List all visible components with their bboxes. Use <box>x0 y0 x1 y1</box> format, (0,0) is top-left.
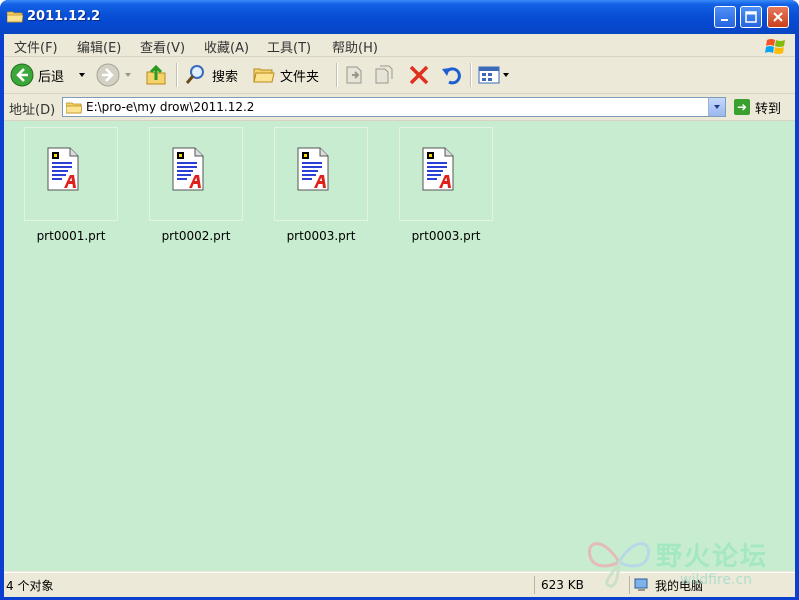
address-dropdown-button[interactable] <box>708 98 725 116</box>
menu-help[interactable]: 帮助(H) <box>332 37 378 56</box>
up-folder-icon <box>146 64 166 85</box>
file-item[interactable]: prt0003.prt <box>391 121 501 251</box>
go-arrow-icon: ➜ <box>734 99 750 115</box>
forward-dropdown[interactable] <box>124 61 132 89</box>
title-bar[interactable]: 2011.12.2 <box>0 0 799 34</box>
folder-icon <box>66 102 82 113</box>
go-button[interactable]: ➜ 转到 <box>734 97 781 117</box>
windows-logo-icon <box>765 39 785 54</box>
search-label: 搜索 <box>212 69 239 85</box>
close-button[interactable] <box>767 6 789 28</box>
prt-file-icon <box>172 147 204 191</box>
search-icon <box>185 65 204 84</box>
go-label: 转到 <box>755 101 782 117</box>
back-button[interactable]: 后退 <box>10 61 64 89</box>
toolbar: 后退 搜索 文件夹 <box>4 57 795 94</box>
delete-x-icon <box>409 65 429 85</box>
maximize-icon <box>745 11 757 23</box>
watermark-title: 野火论坛 <box>656 542 769 572</box>
file-name: prt0003.prt <box>411 229 481 243</box>
copy-to-button[interactable] <box>372 61 396 89</box>
file-list-view[interactable]: prt0001.prt prt0002.prt prt0003.prt prt0… <box>4 121 795 571</box>
move-to-button[interactable] <box>342 61 366 89</box>
site-watermark: 野火论坛 wildfire.cn <box>584 532 794 592</box>
address-bar: 地址(D) E:\pro-e\my drow\2011.12.2 ➜ 转到 <box>4 94 795 121</box>
maximize-button[interactable] <box>740 6 762 28</box>
file-name: prt0003.prt <box>286 229 356 243</box>
menu-bar: 文件(F) 编辑(E) 查看(V) 收藏(A) 工具(T) 帮助(H) <box>4 34 795 57</box>
back-dropdown[interactable] <box>78 61 86 89</box>
folders-label: 文件夹 <box>280 69 320 85</box>
file-item[interactable]: prt0001.prt <box>16 121 126 251</box>
delete-button[interactable] <box>408 61 430 89</box>
file-item[interactable]: prt0002.prt <box>141 121 251 251</box>
back-arrow-icon <box>10 63 34 87</box>
chevron-down-icon <box>503 73 509 77</box>
undo-icon <box>442 67 461 85</box>
up-folder-button[interactable] <box>144 61 168 89</box>
chevron-down-icon <box>714 105 720 109</box>
menu-edit[interactable]: 编辑(E) <box>77 37 121 56</box>
minimize-button[interactable] <box>714 6 736 28</box>
menu-view[interactable]: 查看(V) <box>140 37 185 56</box>
folders-button[interactable]: 文件夹 <box>252 61 319 89</box>
back-label: 后退 <box>38 69 65 85</box>
toolbar-separator <box>470 63 472 87</box>
forward-arrow-icon <box>96 63 120 87</box>
views-button[interactable] <box>478 61 510 89</box>
undo-button[interactable] <box>440 61 464 89</box>
file-name: prt0001.prt <box>36 229 106 243</box>
close-icon <box>773 12 783 22</box>
folder-icon <box>7 11 23 23</box>
window-client: 文件(F) 编辑(E) 查看(V) 收藏(A) 工具(T) 帮助(H) 后退 搜… <box>4 34 795 597</box>
prt-file-icon <box>297 147 329 191</box>
explorer-window: 2011.12.2 文件(F) 编辑(E) 查看(V) 收藏(A) 工具(T) … <box>0 0 799 600</box>
menu-file[interactable]: 文件(F) <box>14 37 58 56</box>
watermark-url: wildfire.cn <box>680 572 753 588</box>
move-to-icon <box>346 66 362 84</box>
prt-file-icon <box>422 147 454 191</box>
file-name: prt0002.prt <box>161 229 231 243</box>
address-path: E:\pro-e\my drow\2011.12.2 <box>86 100 255 114</box>
butterfly-logo-icon <box>587 542 651 588</box>
minimize-icon <box>721 19 728 21</box>
chevron-down-icon <box>79 73 85 77</box>
copy-to-icon <box>375 65 393 84</box>
address-input[interactable]: E:\pro-e\my drow\2011.12.2 <box>62 97 726 117</box>
chevron-down-icon <box>125 73 131 77</box>
search-button[interactable]: 搜索 <box>184 61 238 89</box>
status-object-count: 4 个对象 <box>6 578 54 593</box>
folders-icon <box>253 68 275 83</box>
toolbar-separator <box>336 63 338 87</box>
menu-tools[interactable]: 工具(T) <box>267 37 311 56</box>
prt-file-icon <box>47 147 79 191</box>
views-icon <box>478 66 500 84</box>
file-item[interactable]: prt0003.prt <box>266 121 376 251</box>
address-label: 地址(D) <box>9 103 56 118</box>
toolbar-separator <box>176 63 178 87</box>
window-title: 2011.12.2 <box>27 9 101 24</box>
forward-button[interactable] <box>96 61 120 89</box>
menu-favorites[interactable]: 收藏(A) <box>204 37 249 56</box>
